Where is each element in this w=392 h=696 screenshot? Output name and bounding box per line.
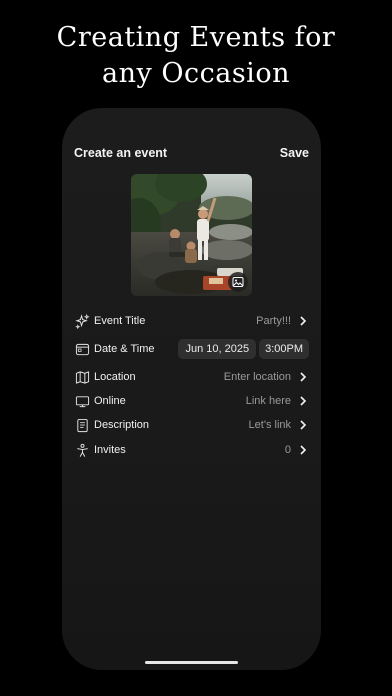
date-time-row: Date & Time Jun 10, 2025 3:00PM [74, 338, 309, 360]
invites-row[interactable]: Invites 0 [74, 439, 309, 461]
navigation-bar: Create an event Save [74, 146, 309, 164]
description-row[interactable]: Description Let's link [74, 414, 309, 436]
event-photo[interactable] [131, 174, 252, 296]
field-value: Link here [245, 395, 291, 407]
chevron-right-icon [297, 444, 309, 456]
chevron-right-icon [297, 315, 309, 327]
marketing-headline: Creating Events for any Occasion [0, 20, 392, 92]
field-label: Date & Time [94, 343, 155, 355]
field-label: Online [94, 395, 126, 407]
field-label: Invites [94, 444, 126, 456]
chevron-right-icon [297, 419, 309, 431]
home-indicator[interactable] [145, 661, 238, 664]
date-picker-button[interactable]: Jun 10, 2025 [178, 339, 257, 359]
field-value: Party!!! [256, 315, 291, 327]
headline-line-2: any Occasion [102, 58, 290, 89]
calendar-icon [74, 341, 90, 357]
image-icon [232, 277, 244, 287]
chevron-right-icon [297, 371, 309, 383]
field-value: Let's link [248, 419, 291, 431]
map-icon [74, 369, 90, 385]
monitor-icon [74, 393, 90, 409]
sparkles-icon [74, 313, 90, 329]
page-title: Create an event [74, 146, 168, 160]
online-row[interactable]: Online Link here [74, 390, 309, 412]
change-photo-button[interactable] [228, 272, 248, 292]
field-label: Location [94, 371, 136, 383]
field-label: Description [94, 419, 150, 431]
field-value: 0 [284, 444, 291, 456]
location-row[interactable]: Location Enter location [74, 366, 309, 388]
field-label: Event Title [94, 315, 146, 327]
phone-screen: Create an event Save Event Title Party!!… [62, 108, 321, 670]
chevron-right-icon [297, 395, 309, 407]
event-title-row[interactable]: Event Title Party!!! [74, 310, 309, 332]
time-picker-button[interactable]: 3:00PM [259, 339, 309, 359]
save-button[interactable]: Save [280, 146, 309, 160]
headline-line-1: Creating Events for [56, 22, 336, 53]
app-store-screenshot: Creating Events for any Occasion Create … [0, 0, 392, 696]
person-icon [74, 442, 90, 458]
document-icon [74, 417, 90, 433]
field-value: Enter location [223, 371, 291, 383]
